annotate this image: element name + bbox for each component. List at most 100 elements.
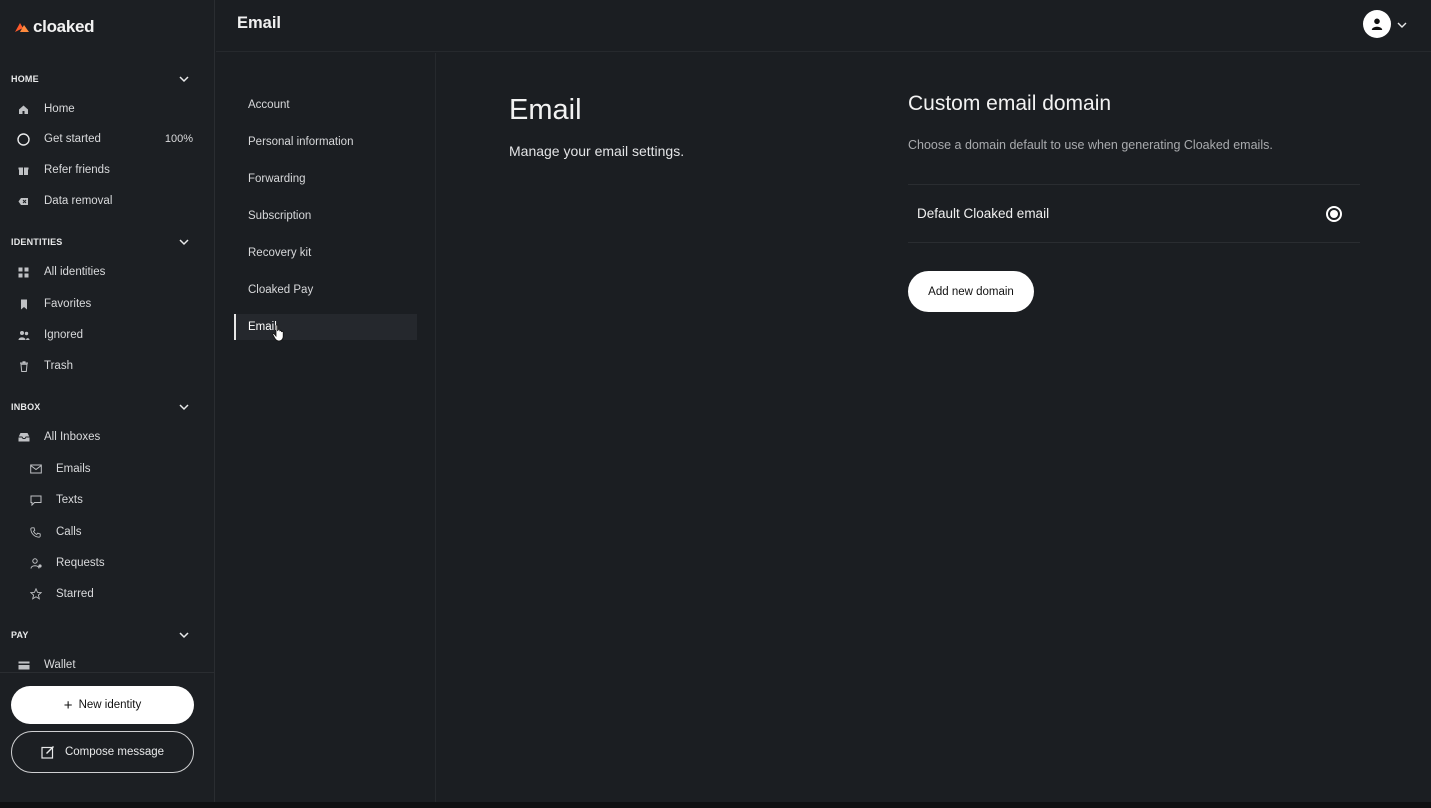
sidebar-item-requests[interactable]: Requests	[29, 552, 205, 574]
section-home-header[interactable]: HOME	[11, 71, 191, 87]
main-subtitle: Manage your email settings.	[509, 143, 685, 159]
wallet-icon	[17, 659, 30, 672]
sidebar-item-all-inboxes[interactable]: All Inboxes	[17, 426, 193, 448]
plus-icon: +	[63, 696, 73, 714]
sidebar-item-refer-friends[interactable]: Refer friends	[17, 159, 193, 181]
add-new-domain-button[interactable]: Add new domain	[908, 271, 1034, 312]
avatar[interactable]	[1363, 10, 1391, 38]
sidebar-item-starred[interactable]: Starred	[29, 583, 205, 605]
logo-mark-icon	[15, 23, 29, 32]
default-domain-option[interactable]: Default Cloaked email	[908, 184, 1360, 243]
settings-nav-label: Subscription	[248, 210, 312, 222]
sidebar-item-label: Requests	[56, 557, 105, 569]
logo-text: cloaked	[33, 17, 95, 36]
compose-message-label: Compose message	[64, 746, 165, 758]
chevron-down-icon	[179, 76, 189, 83]
radio-selected-dot	[1330, 210, 1338, 218]
settings-nav-label: Account	[248, 99, 290, 111]
user-icon	[1371, 18, 1383, 30]
sidebar-item-label: Get started	[44, 133, 101, 145]
section-title: IDENTITIES	[11, 237, 63, 247]
trash-icon	[17, 360, 30, 373]
new-identity-label: New identity	[78, 699, 142, 711]
sidebar-item-data-removal[interactable]: Data removal	[17, 190, 193, 212]
settings-nav-label: Cloaked Pay	[248, 284, 314, 296]
gift-icon	[17, 164, 30, 177]
sidebar-item-all-identities[interactable]: All identities	[17, 261, 193, 283]
home-icon	[17, 103, 30, 116]
settings-nav-label: Recovery kit	[248, 247, 312, 259]
sidebar-item-label: All identities	[44, 266, 106, 278]
default-domain-label: Default Cloaked email	[917, 206, 1050, 221]
chat-bubble-icon	[29, 494, 42, 507]
sidebar-item-label: Calls	[56, 526, 82, 538]
sidebar-item-calls[interactable]: Calls	[29, 521, 205, 543]
settings-nav-recovery-kit[interactable]: Recovery kit	[248, 240, 428, 266]
settings-nav-subscription[interactable]: Subscription	[248, 203, 428, 229]
sidebar-item-emails[interactable]: Emails	[29, 458, 205, 480]
default-domain-radio[interactable]	[1326, 206, 1342, 222]
grid-icon	[17, 266, 30, 279]
sidebar-item-get-started[interactable]: Get started 100%	[17, 128, 193, 150]
chevron-down-icon	[179, 239, 189, 246]
settings-nav-label: Forwarding	[248, 173, 306, 185]
chevron-down-icon[interactable]	[1396, 19, 1408, 31]
progress-badge: 100%	[164, 133, 193, 145]
section-identities-header[interactable]: IDENTITIES	[11, 234, 191, 250]
bookmark-icon	[17, 298, 30, 311]
compose-message-button[interactable]: Compose message	[11, 731, 194, 773]
mail-icon	[29, 463, 42, 476]
sidebar-item-label: Emails	[56, 463, 91, 475]
inbox-icon	[17, 431, 30, 444]
custom-domain-title: Custom email domain	[908, 92, 1112, 115]
user-request-icon	[29, 557, 42, 570]
sidebar-item-label: Data removal	[44, 195, 113, 207]
circle-icon	[17, 132, 30, 146]
settings-nav-personal-information[interactable]: Personal information	[248, 129, 428, 155]
sidebar-item-label: Refer friends	[44, 164, 110, 176]
star-icon	[29, 588, 42, 601]
sidebar-divider	[0, 672, 214, 673]
top-bar: Email	[216, 0, 1431, 52]
sidebar-item-label: Favorites	[44, 298, 92, 310]
settings-nav-email[interactable]: Email	[234, 314, 417, 340]
sidebar-item-ignored[interactable]: Ignored	[17, 324, 193, 346]
sidebar-item-favorites[interactable]: Favorites	[17, 293, 193, 315]
sidebar-item-label: All Inboxes	[44, 431, 101, 443]
cloaked-logo[interactable]: cloaked	[14, 17, 95, 37]
custom-domain-description: Choose a domain default to use when gene…	[908, 138, 1273, 152]
chevron-down-icon	[179, 632, 189, 639]
sidebar-item-label: Ignored	[44, 329, 84, 341]
settings-nav-label: Personal information	[248, 136, 354, 148]
sidebar-nav: HOME Home Get started 100% Refer friends…	[0, 62, 214, 672]
compose-icon	[41, 746, 54, 759]
section-title: HOME	[11, 74, 39, 84]
sidebar: cloaked HOME Home Get started 100% Refer…	[0, 0, 215, 802]
sidebar-item-label: Wallet	[44, 659, 76, 671]
section-pay-header[interactable]: PAY	[11, 627, 191, 643]
eraser-icon	[17, 195, 30, 208]
sidebar-item-label: Starred	[56, 588, 94, 600]
sidebar-item-label: Home	[44, 103, 75, 115]
settings-nav-cloaked-pay[interactable]: Cloaked Pay	[248, 277, 428, 303]
chevron-down-icon	[179, 404, 189, 411]
sidebar-item-label: Texts	[56, 494, 83, 506]
main-title: Email	[509, 94, 582, 126]
ignored-users-icon	[17, 329, 30, 342]
phone-icon	[29, 526, 42, 539]
section-title: PAY	[11, 630, 29, 640]
window-bottom-edge	[0, 802, 1431, 808]
sidebar-item-home[interactable]: Home	[17, 98, 193, 120]
settings-nav: Account Personal information Forwarding …	[216, 53, 436, 802]
sidebar-item-texts[interactable]: Texts	[29, 489, 205, 511]
sidebar-item-wallet[interactable]: Wallet	[17, 654, 193, 672]
settings-nav-forwarding[interactable]: Forwarding	[248, 166, 428, 192]
section-inbox-header[interactable]: INBOX	[11, 399, 191, 415]
hand-cursor-icon	[272, 324, 284, 342]
new-identity-button[interactable]: + New identity	[11, 686, 194, 724]
section-title: INBOX	[11, 402, 41, 412]
page-title: Email	[237, 14, 282, 32]
sidebar-item-trash[interactable]: Trash	[17, 355, 193, 377]
sidebar-item-label: Trash	[44, 360, 73, 372]
settings-nav-account[interactable]: Account	[248, 92, 428, 118]
